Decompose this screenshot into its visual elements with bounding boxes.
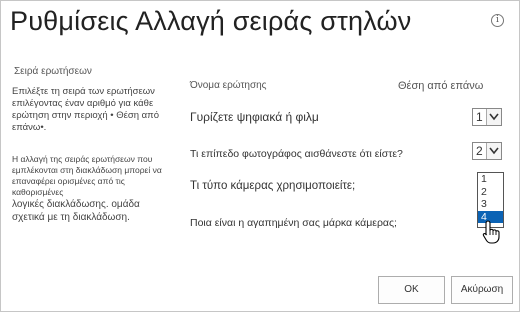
branching-note-part2: λογικές διακλάδωσης. ομάδα σχετικά με τη… xyxy=(12,199,140,223)
column-header-position: Θέση από επάνω xyxy=(398,80,484,92)
column-header-question-name: Όνομα ερώτησης xyxy=(190,80,267,91)
dropdown-option[interactable]: 2 xyxy=(478,186,503,199)
hand-cursor-icon xyxy=(482,220,500,244)
branching-note-part1: Η αλλαγή της σειράς ερωτήσεων που εμπλέκ… xyxy=(12,154,162,197)
position-select-value: 1 xyxy=(476,110,483,124)
dialog-title: Ρυθμίσεις Αλλαγή σειράς στηλών xyxy=(10,6,412,36)
chevron-down-icon[interactable] xyxy=(486,143,501,159)
sidebar-branching-note: Η αλλαγή της σειράς ερωτήσεων που εμπλέκ… xyxy=(12,154,174,224)
info-icon[interactable]: i xyxy=(491,14,504,27)
position-select-question-1[interactable]: 1 xyxy=(472,108,502,126)
question-2-label: Τι επίπεδο φωτογράφος αισθάνεστε ότι είσ… xyxy=(190,148,403,160)
position-select-value: 2 xyxy=(476,144,483,158)
sidebar-description: Επιλέξτε τη σειρά των ερωτήσεων επιλέγον… xyxy=(12,86,159,133)
question-3-label: Τι τύπο κάμερας χρησιμοποιείτε; xyxy=(190,180,356,192)
dropdown-option[interactable]: 1 xyxy=(478,173,503,186)
sidebar-heading: Σειρά ερωτήσεων xyxy=(14,66,92,77)
cancel-button[interactable]: Ακύρωση xyxy=(451,276,513,304)
question-1-label: Γυρίζετε ψηφιακά ή φιλμ xyxy=(190,110,319,124)
chevron-down-icon[interactable] xyxy=(486,109,501,125)
position-select-question-2[interactable]: 2 xyxy=(472,142,502,160)
question-4-label: Ποια είναι η αγαπημένη σας μάρκα κάμερας… xyxy=(190,217,397,229)
ok-button[interactable]: OK xyxy=(378,276,445,304)
dropdown-option[interactable]: 3 xyxy=(478,198,503,211)
